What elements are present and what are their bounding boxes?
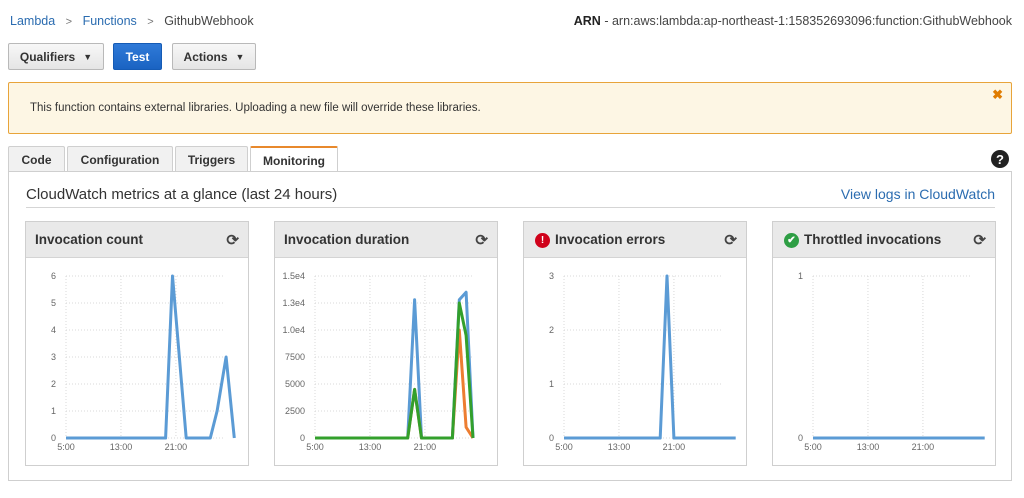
caret-down-icon: ▼ [235,51,245,62]
monitoring-title: CloudWatch metrics at a glance (last 24 … [26,186,338,203]
breadcrumb-current: GithubWebhook [164,14,254,28]
qualifiers-label: Qualifiers [19,49,76,64]
breadcrumb-functions-link[interactable]: Functions [83,14,137,28]
invocation-count-chart: 0 1 2 3 4 5 6 5:00 13:00 21:00 [51,271,236,452]
throttled-invocations-chart: 0 1 5:00 13:00 21:00 [798,271,985,452]
invocation-errors-chart: 0 1 2 3 5:00 13:00 21:00 [549,271,736,452]
tab-label: Code [21,152,52,167]
metric-card-invocation-duration: Invocation duration ⟳ 0 2500 5000 7500 1.0e4… [274,221,498,466]
refresh-icon[interactable]: ⟳ [475,231,488,249]
test-label: Test [125,49,150,64]
y-tick-label: 0 [300,433,305,443]
actions-label: Actions [183,49,228,64]
tab-label: Monitoring [263,153,325,168]
alert-message: This function contains external librarie… [30,102,481,114]
tab-label: Configuration [80,152,160,167]
series-line [315,290,475,440]
x-tick-label: 13:00 [359,442,382,452]
y-tick-label: 1.0e4 [282,325,305,335]
tab-code[interactable]: Code [8,146,65,172]
metric-card-invocation-errors: ! Invocation errors ⟳ 0 1 2 3 5:00 13:00 21:00 [523,221,747,466]
qualifiers-button[interactable]: Qualifiers ▼ [8,43,104,70]
help-icon[interactable]: ? [991,150,1009,168]
check-icon: ✔ [784,233,799,248]
y-tick-label: 0 [51,433,56,443]
chart-area: 0 2500 5000 7500 1.0e4 1.3e4 1.5e4 5:00 13:00 21:… [275,258,497,465]
test-button[interactable]: Test [113,43,162,70]
chevron-right-icon: > [65,16,73,28]
y-tick-label: 5000 [285,379,305,389]
y-tick-label: 2500 [285,406,305,416]
chevron-right-icon: > [147,16,154,28]
card-header: Invocation duration ⟳ [275,222,497,258]
y-tick-label: 1.5e4 [282,271,305,281]
chart-area: 0 1 5:00 13:00 21:00 [773,258,995,465]
x-tick-label: 5:00 [306,442,324,452]
arn-label: ARN [573,14,601,28]
tab-monitoring[interactable]: Monitoring [250,146,338,173]
card-title: Invocation duration [284,232,410,247]
x-tick-label: 21:00 [663,442,686,452]
card-title: Invocation errors [555,232,666,247]
x-tick-label: 13:00 [608,442,631,452]
invocation-duration-chart: 0 2500 5000 7500 1.0e4 1.3e4 1.5e4 5:00 13:00 21:… [282,271,475,452]
refresh-icon[interactable]: ⟳ [724,231,737,249]
y-tick-label: 5 [51,298,56,308]
x-tick-label: 13:00 [110,442,133,452]
x-tick-label: 5:00 [555,442,573,452]
card-title: Invocation count [35,232,143,247]
y-tick-label: 1.3e4 [282,298,305,308]
y-tick-label: 6 [51,271,56,281]
x-tick-label: 5:00 [57,442,75,452]
warning-alert: This function contains external librarie… [8,82,1012,134]
y-tick-label: 2 [51,379,56,389]
tab-label: Triggers [187,152,236,167]
x-tick-label: 21:00 [165,442,188,452]
arn-display: ARN - arn:aws:lambda:ap-northeast-1:1583… [574,14,1012,28]
tab-configuration[interactable]: Configuration [67,146,173,172]
y-tick-label: 3 [51,352,56,362]
monitoring-panel: CloudWatch metrics at a glance (last 24 … [8,171,1012,481]
metric-card-throttled-invocations: ✔ Throttled invocations ⟳ 0 1 5:00 13:00 21:… [772,221,996,466]
card-header: ✔ Throttled invocations ⟳ [773,222,995,258]
chart-area: 0 1 2 3 5:00 13:00 21:00 [524,258,746,465]
x-tick-label: 13:00 [857,442,880,452]
actions-button[interactable]: Actions ▼ [172,43,256,70]
y-tick-label: 0 [549,433,554,443]
x-tick-label: 5:00 [804,442,822,452]
y-tick-label: 3 [549,271,554,281]
card-header: Invocation count ⟳ [26,222,248,258]
y-tick-label: 7500 [285,352,305,362]
y-tick-label: 2 [549,325,554,335]
view-logs-link[interactable]: View logs in CloudWatch [841,186,995,202]
error-icon: ! [535,233,550,248]
refresh-icon[interactable]: ⟳ [973,231,986,249]
series-line [315,301,475,440]
refresh-icon[interactable]: ⟳ [226,231,239,249]
top-bar: Lambda > Functions > GithubWebhook ARN -… [0,0,1024,40]
x-tick-label: 21:00 [414,442,437,452]
y-tick-label: 1 [51,406,56,416]
close-icon[interactable]: ✖ [992,87,1003,103]
y-tick-label: 1 [549,379,554,389]
metric-card-invocation-count: Invocation count ⟳ 0 1 2 3 4 5 6 5:00 13:00 21:00 [25,221,249,466]
y-tick-label: 0 [798,433,803,443]
arn-value: - arn:aws:lambda:ap-northeast-1:15835269… [600,14,1012,28]
divider [26,207,995,208]
y-tick-label: 1 [798,271,803,281]
y-tick-label: 4 [51,325,56,335]
series-line [564,274,736,440]
card-title: Throttled invocations [804,232,942,247]
card-header: ! Invocation errors ⟳ [524,222,746,258]
x-tick-label: 21:00 [912,442,935,452]
breadcrumb: Lambda > Functions > GithubWebhook [10,14,254,28]
breadcrumb-lambda-link[interactable]: Lambda [10,14,55,28]
tab-triggers[interactable]: Triggers [175,146,248,172]
chart-area: 0 1 2 3 4 5 6 5:00 13:00 21:00 [26,258,248,465]
caret-down-icon: ▼ [83,51,93,62]
